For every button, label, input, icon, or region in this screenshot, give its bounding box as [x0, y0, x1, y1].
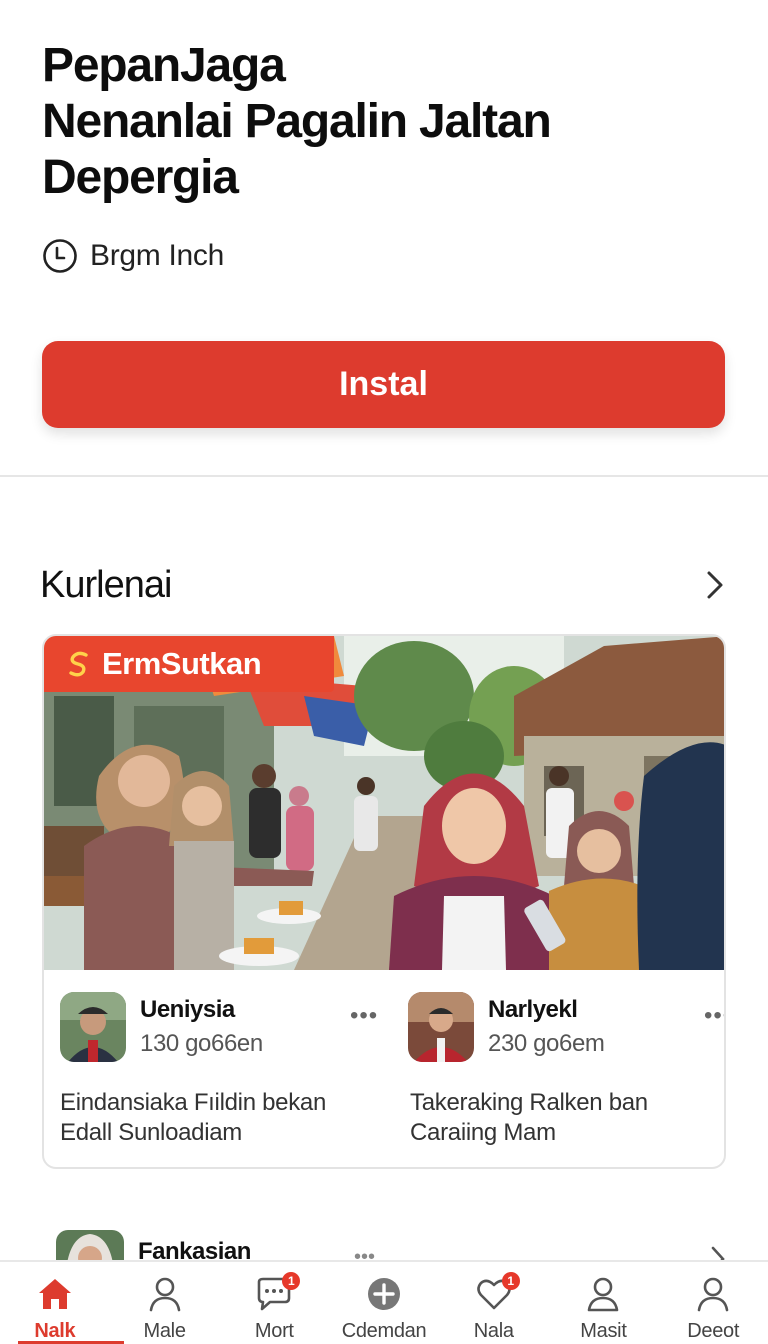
nav-item-mort[interactable]: 1 Mort	[219, 1262, 329, 1344]
avatar[interactable]	[60, 992, 126, 1062]
author-subtitle: 230 go6em	[488, 1030, 605, 1057]
notification-badge: 1	[501, 1272, 520, 1290]
meta-text: Brgm Inch	[90, 239, 225, 272]
nav-label: Masit	[580, 1320, 627, 1342]
install-button[interactable]: Instal	[42, 341, 725, 428]
meta-row: Brgm Inch	[42, 238, 224, 274]
feature-card[interactable]: ErmSutkan Ueniysia 130 go66en ••• Narlye…	[42, 634, 726, 1169]
bottom-nav: Nalk Male 1 Mort Cdemdan 1 Nala Masit De…	[0, 1260, 768, 1344]
avatar[interactable]	[408, 992, 474, 1062]
nav-item-deeot[interactable]: Deeot	[658, 1262, 768, 1344]
chat-icon: 1	[254, 1272, 301, 1314]
nav-item-cdemdan[interactable]: Cdemdan	[329, 1262, 439, 1344]
author-name: Narlyekl	[488, 996, 578, 1023]
notification-badge: 1	[282, 1272, 301, 1290]
title-line-1: PepanJaga	[42, 39, 286, 92]
author-description: Takeraking Ralken ban Caraiing Mam	[410, 1089, 648, 1146]
author-subtitle: 130 go66en	[140, 1030, 263, 1057]
author-card-1[interactable]: Ueniysia 130 go66en •••	[60, 992, 380, 1064]
brand-s-icon	[69, 651, 88, 677]
divider	[0, 475, 768, 477]
nav-item-nala[interactable]: 1 Nala	[439, 1262, 549, 1344]
section-header[interactable]: Kurlenai	[40, 560, 730, 610]
person-icon	[588, 1277, 619, 1312]
home-icon	[38, 1279, 71, 1309]
nav-label: Mort	[254, 1320, 294, 1342]
plus-circle-icon	[368, 1278, 401, 1310]
person-icon	[697, 1277, 729, 1312]
more-options-icon[interactable]: •••	[704, 1004, 724, 1028]
nav-item-nalk[interactable]: Nalk	[0, 1262, 110, 1344]
person-icon	[149, 1277, 180, 1312]
hero-banner: ErmSutkan	[44, 636, 334, 692]
nav-item-masit[interactable]: Masit	[549, 1262, 659, 1344]
nav-label: Deeot	[687, 1320, 740, 1342]
page-title: PepanJaga Nenanlai Pagalin Jaltan Deperg…	[42, 38, 682, 206]
nav-label: Cdemdan	[341, 1320, 427, 1342]
nav-label: Male	[143, 1320, 186, 1342]
nav-item-male[interactable]: Male	[110, 1262, 220, 1344]
heart-icon: 1	[474, 1272, 520, 1314]
author-card-2[interactable]: Narlyekl 230 go6em •••	[408, 992, 724, 1064]
nav-label: Nalk	[34, 1320, 76, 1342]
banner-label: ErmSutkan	[102, 646, 262, 681]
title-line-3: Depergia	[42, 151, 239, 204]
section-title: Kurlenai	[40, 563, 172, 606]
author-name: Ueniysia	[140, 996, 235, 1023]
nav-label: Nala	[473, 1320, 514, 1342]
title-line-2: Nenanlai Pagalin Jaltan	[42, 95, 552, 148]
chevron-right-icon[interactable]	[700, 565, 730, 605]
hero-image[interactable]: ErmSutkan	[44, 636, 724, 970]
author-description: Eindansiaka Fıildin bekan Edall Sunloadi…	[60, 1089, 327, 1146]
clock-icon	[43, 239, 77, 273]
more-options-icon[interactable]: •••	[350, 1004, 380, 1028]
